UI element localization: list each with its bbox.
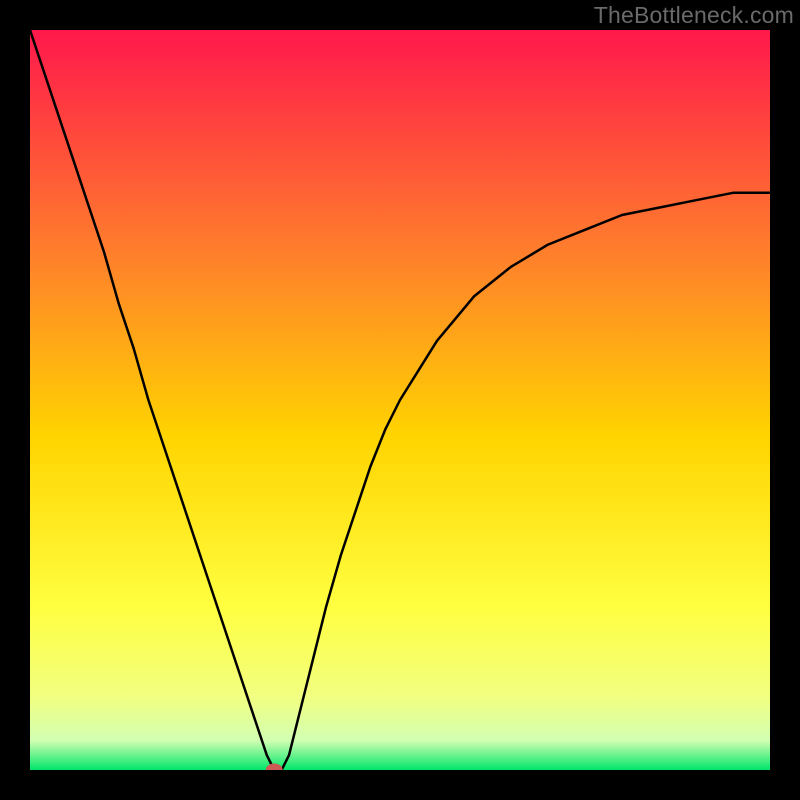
watermark-text: TheBottleneck.com	[594, 2, 794, 29]
plot-area	[30, 30, 770, 770]
chart-frame: TheBottleneck.com	[0, 0, 800, 800]
chart-svg	[30, 30, 770, 770]
